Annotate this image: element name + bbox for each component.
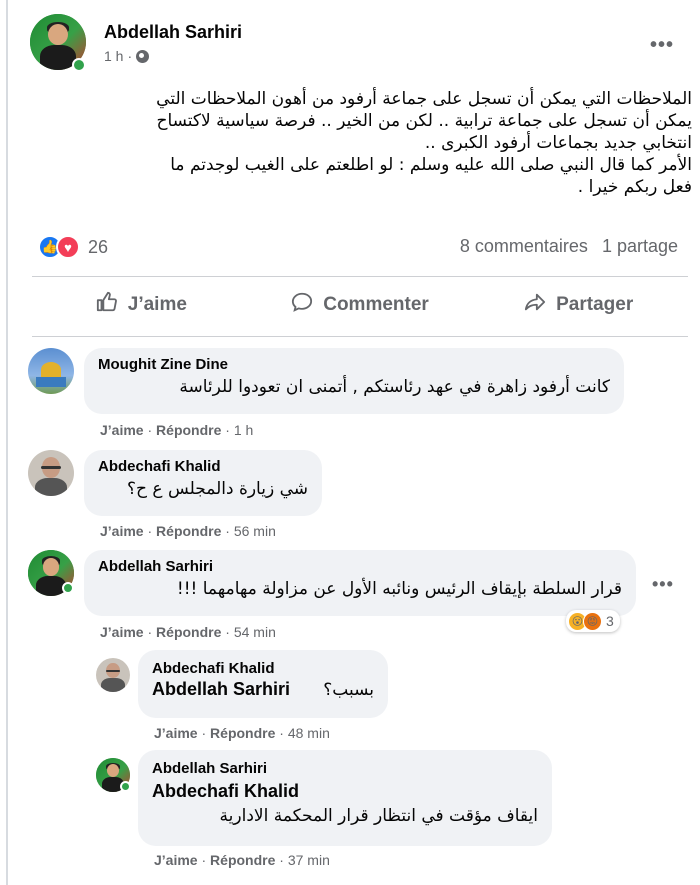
- reaction-count: 26: [88, 236, 109, 257]
- comment-like-link[interactable]: J’aime: [100, 422, 144, 438]
- post-card: Abdellah Sarhiri 1 h · ••• الملاحظات الت…: [6, 0, 694, 885]
- love-icon: ♥: [56, 235, 80, 259]
- globe-icon: [136, 49, 150, 63]
- online-status-icon: [72, 58, 86, 72]
- share-button[interactable]: Partager: [469, 280, 688, 330]
- comment-time[interactable]: 1 h: [234, 422, 253, 438]
- reply-like-link[interactable]: J’aime: [154, 852, 198, 868]
- reply-mention-tag[interactable]: Abdellah Sarhiri: [152, 679, 290, 700]
- reaction-summary[interactable]: 👍 ♥ 26: [38, 232, 108, 262]
- comment-like-link[interactable]: J’aime: [100, 624, 144, 640]
- reply-mention-tag[interactable]: Abdechafi Khalid: [152, 781, 538, 802]
- post-time[interactable]: 1 h: [104, 48, 123, 64]
- reply-text: بسبب؟: [323, 679, 374, 700]
- commenter-avatar[interactable]: [28, 348, 74, 394]
- comment-text: كانت أرفود زاهرة في عهد رئاستكم , أتمنى …: [179, 377, 610, 397]
- reply-reply-link[interactable]: Répondre: [210, 725, 275, 741]
- comment-actions: J’aime · Répondre · 54 min: [100, 624, 276, 640]
- post-meta: 1 h ·: [104, 48, 150, 64]
- post-more-options-icon[interactable]: •••: [650, 35, 674, 55]
- comment-time[interactable]: 56 min: [234, 523, 276, 539]
- reply-author-name[interactable]: Abdechafi Khalid: [152, 660, 374, 677]
- divider: [32, 336, 688, 337]
- commenter-avatar[interactable]: [28, 450, 74, 496]
- comment-author-name[interactable]: Abdechafi Khalid: [98, 458, 308, 475]
- comment-author-name[interactable]: Abdellah Sarhiri: [98, 558, 622, 575]
- comment-actions: J’aime · Répondre · 1 h: [100, 422, 254, 438]
- shares-count-link[interactable]: 1 partage: [602, 236, 678, 257]
- comment-more-options-icon[interactable]: •••: [652, 574, 674, 595]
- comment-time[interactable]: 54 min: [234, 624, 276, 640]
- reply-actions: J’aime · Répondre · 37 min: [154, 852, 330, 868]
- reply-reply-link[interactable]: Répondre: [210, 852, 275, 868]
- thumbs-up-icon: [96, 291, 118, 319]
- comment-bubble: Abdellah Sarhiri قرار السلطة بإيقاف الرئ…: [84, 550, 636, 616]
- share-button-label: Partager: [556, 294, 634, 315]
- reply-author-name[interactable]: Abdellah Sarhiri: [152, 760, 538, 777]
- like-button[interactable]: J’aime: [32, 280, 251, 330]
- comments-count-link[interactable]: 8 commentaires: [460, 236, 588, 257]
- speech-bubble-icon: [291, 291, 313, 319]
- comment-button-label: Commenter: [323, 294, 429, 315]
- comment-like-link[interactable]: J’aime: [100, 523, 144, 539]
- comment-text: شي زيارة دالمجلس ع ح؟: [127, 479, 308, 499]
- reply-time[interactable]: 37 min: [288, 852, 330, 868]
- replier-avatar[interactable]: [96, 658, 130, 692]
- reply-bubble: Abdechafi Khalid Abdellah Sarhiri بسبب؟: [138, 650, 388, 718]
- reply-bubble: Abdellah Sarhiri Abdechafi Khalid ايقاف …: [138, 750, 552, 846]
- share-arrow-icon: [524, 291, 546, 319]
- post-actions-bar: J’aime Commenter Partager: [32, 280, 688, 330]
- comment-reply-link[interactable]: Répondre: [156, 624, 221, 640]
- comment-reply-link[interactable]: Répondre: [156, 523, 221, 539]
- reply-like-link[interactable]: J’aime: [154, 725, 198, 741]
- post-text: الملاحظات التي يمكن أن تسجل على جماعة أر…: [156, 89, 692, 197]
- comment-author-name[interactable]: Moughit Zine Dine: [98, 356, 610, 373]
- comment-bubble: Abdechafi Khalid شي زيارة دالمجلس ع ح؟: [84, 450, 322, 516]
- angry-icon: 😡: [583, 611, 602, 631]
- reply-time[interactable]: 48 min: [288, 725, 330, 741]
- comment-reply-link[interactable]: Répondre: [156, 422, 221, 438]
- comment-reaction-count: 3: [606, 613, 614, 629]
- comment-text: قرار السلطة بإيقاف الرئيس ونائبه الأول ع…: [176, 579, 622, 599]
- like-button-label: J’aime: [127, 294, 187, 315]
- online-status-icon: [120, 781, 131, 792]
- post-header: Abdellah Sarhiri 1 h · •••: [30, 14, 690, 78]
- reply-actions: J’aime · Répondre · 48 min: [154, 725, 330, 741]
- comment-bubble: Moughit Zine Dine كانت أرفود زاهرة في عه…: [84, 348, 624, 414]
- online-status-icon: [62, 582, 74, 594]
- post-stats: 8 commentaires 1 partage: [460, 236, 678, 257]
- comment-reactions[interactable]: 😮 😡 3: [566, 610, 620, 632]
- comment-button[interactable]: Commenter: [251, 280, 470, 330]
- comment-actions: J’aime · Répondre · 56 min: [100, 523, 276, 539]
- reply-text: ايقاف مؤقت في انتظار قرار المحكمة الادار…: [219, 806, 538, 826]
- divider: [32, 276, 688, 277]
- post-author-name[interactable]: Abdellah Sarhiri: [104, 22, 242, 43]
